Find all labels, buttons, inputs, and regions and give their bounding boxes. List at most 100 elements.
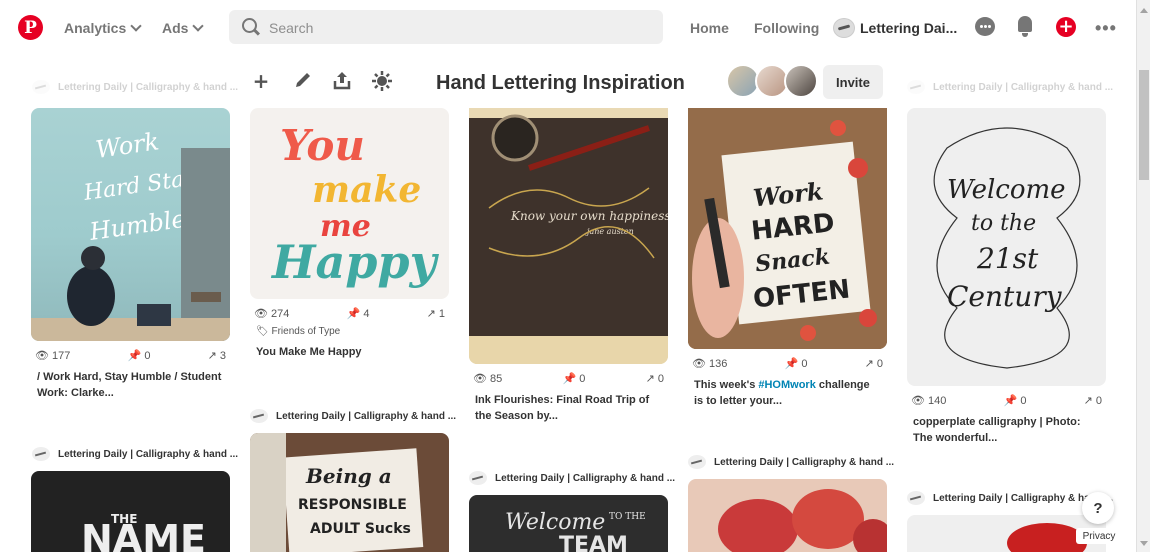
source-avatar: [250, 409, 268, 423]
analytics-menu[interactable]: Analytics: [64, 20, 142, 36]
shares-count: ↗ 3: [207, 350, 226, 362]
attribution-text: Lettering Daily | Calligraphy & hand ...: [58, 81, 239, 93]
home-link[interactable]: Home: [690, 20, 729, 36]
pin-image[interactable]: Work HARD Snack OFTEN: [688, 108, 887, 349]
add-plus-icon[interactable]: +: [250, 70, 272, 92]
source-avatar: [469, 471, 487, 485]
chevron-down-icon: [192, 20, 205, 32]
scroll-up-arrow-icon[interactable]: [1140, 8, 1148, 13]
pin-card[interactable]: Work HARD Snack OFTEN 👁 136 📌 0 ↗ 0 This…: [688, 108, 887, 409]
settings-sparkle-icon[interactable]: [371, 70, 393, 92]
search-bar[interactable]: Search: [229, 10, 663, 44]
invite-button[interactable]: Invite: [823, 65, 883, 99]
svg-text:Know your own happiness: Know your own happiness: [510, 209, 668, 223]
svg-text:21st: 21st: [976, 242, 1039, 275]
pin-card[interactable]: [688, 479, 887, 552]
saves-count: 📌 4: [346, 308, 370, 320]
create-plus-icon[interactable]: +: [1056, 17, 1076, 37]
pin-card[interactable]: Welcome to the 21st Century 👁 140 📌 0 ↗ …: [907, 108, 1106, 446]
svg-text:Century: Century: [947, 280, 1063, 313]
scrollbar-thumb[interactable]: [1139, 70, 1149, 180]
share-upload-icon[interactable]: [331, 70, 353, 92]
views-count: 👁 85: [473, 373, 503, 385]
pin-attribution[interactable]: Lettering Daily | Calligraphy & hand ...: [469, 471, 675, 485]
shares-count: ↗ 0: [645, 373, 664, 385]
pin-card[interactable]: Welcome TO THE TEAM: [469, 495, 668, 552]
pin-attribution[interactable]: Lettering Daily | Calligraphy & hand ...: [32, 80, 238, 94]
source-avatar: [907, 491, 925, 505]
svg-text:TEAM: TEAM: [559, 533, 628, 552]
pin-image[interactable]: Welcome to the 21st Century: [907, 108, 1106, 386]
profile-link[interactable]: Lettering Dai...: [860, 20, 957, 36]
pin-stats: 👁 274 📌 4 ↗ 1: [250, 307, 449, 320]
saves-count: 📌 0: [562, 373, 586, 385]
pin-description[interactable]: You Make Me Happy: [250, 344, 449, 360]
pin-image[interactable]: You make me Happy: [250, 108, 449, 299]
analytics-label: Analytics: [64, 20, 127, 36]
pin-description[interactable]: This week's #HOMwork challenge is to let…: [688, 377, 887, 409]
shares-count: ↗ 1: [426, 308, 445, 320]
pin-image[interactable]: [688, 479, 887, 552]
notifications-bell-icon[interactable]: [1018, 16, 1032, 37]
collaborator-avatar[interactable]: [784, 64, 818, 98]
edit-pencil-icon[interactable]: [292, 70, 314, 92]
chevron-down-icon: [130, 20, 142, 32]
pin-description[interactable]: Ink Flourishes: Final Road Trip of the S…: [469, 392, 668, 424]
pin-card[interactable]: You make me Happy 👁 274 📌 4 ↗ 1 🏷 Friend…: [250, 108, 449, 360]
views-count: 👁 136: [692, 358, 728, 370]
vertical-scrollbar[interactable]: [1136, 0, 1150, 552]
shares-count: ↗ 0: [864, 358, 883, 370]
pin-card[interactable]: THE NAME: [31, 471, 230, 552]
profile-avatar[interactable]: [833, 18, 855, 38]
pin-image[interactable]: Being a RESPONSIBLE ADULT Sucks: [250, 433, 449, 552]
privacy-link[interactable]: Privacy: [1076, 528, 1122, 544]
pin-attribution[interactable]: Lettering Daily | Calligraphy & hand ...: [250, 409, 456, 423]
pin-description[interactable]: copperplate calligraphy | Photo: The won…: [907, 414, 1106, 446]
pin-card[interactable]: Work Hard Stay Humble 👁 177 📌 0 ↗ 3 / Wo…: [31, 108, 230, 401]
saves-count: 📌 0: [784, 358, 808, 370]
following-link[interactable]: Following: [754, 20, 819, 36]
pin-stats: 👁 140 📌 0 ↗ 0: [907, 394, 1106, 407]
attribution-text: Lettering Daily | Calligraphy & hand ...: [714, 456, 895, 468]
svg-text:Humble: Humble: [87, 205, 187, 246]
pinterest-logo-icon[interactable]: P: [18, 15, 43, 40]
pin-description[interactable]: / Work Hard, Stay Humble / Student Work:…: [31, 369, 230, 401]
hashtag-link[interactable]: #HOMwork: [758, 379, 815, 391]
attribution-text: Lettering Daily | Calligraphy & hand ...: [276, 410, 457, 422]
pin-image[interactable]: Know your own happiness jane austen: [469, 108, 668, 364]
svg-text:Welcome: Welcome: [505, 510, 605, 535]
views-count: 👁 274: [254, 308, 290, 320]
svg-text:Welcome: Welcome: [947, 175, 1066, 205]
ads-menu[interactable]: Ads: [162, 20, 205, 36]
svg-text:You: You: [280, 121, 365, 170]
svg-text:NAME: NAME: [81, 517, 206, 552]
svg-text:to the: to the: [971, 211, 1036, 236]
svg-text:RESPONSIBLE: RESPONSIBLE: [298, 497, 407, 513]
pin-attribution[interactable]: Lettering Daily | Calligraphy & hand ...: [907, 80, 1113, 94]
svg-text:Being a: Being a: [305, 464, 392, 488]
pin-image[interactable]: Work Hard Stay Humble: [31, 108, 230, 341]
saves-count: 📌 0: [1003, 395, 1027, 407]
pin-source[interactable]: 🏷 Friends of Type: [250, 326, 449, 337]
pin-attribution[interactable]: Lettering Daily | Calligraphy & hand ...: [688, 455, 894, 469]
source-avatar: [907, 80, 925, 94]
svg-text:Happy: Happy: [270, 235, 440, 289]
pin-card[interactable]: Know your own happiness jane austen 👁 85…: [469, 108, 668, 424]
search-input[interactable]: Search: [269, 20, 313, 36]
pin-image[interactable]: THE NAME: [31, 471, 230, 552]
messages-icon[interactable]: [975, 17, 995, 36]
more-options-icon[interactable]: •••: [1095, 18, 1117, 39]
pin-attribution[interactable]: Lettering Daily | Calligraphy & hand ...: [32, 447, 238, 461]
pin-image[interactable]: Welcome TO THE TEAM: [469, 495, 668, 552]
source-avatar: [32, 80, 50, 94]
search-icon: [242, 18, 257, 33]
svg-text:Work: Work: [94, 127, 161, 164]
attribution-text: Lettering Daily | Calligraphy & hand ...: [495, 472, 676, 484]
shares-count: ↗ 0: [1083, 395, 1102, 407]
views-count: 👁 177: [35, 350, 71, 362]
help-button[interactable]: ?: [1082, 492, 1114, 524]
views-count: 👁 140: [911, 395, 947, 407]
pin-card[interactable]: Being a RESPONSIBLE ADULT Sucks: [250, 433, 449, 552]
scroll-down-arrow-icon[interactable]: [1140, 541, 1148, 546]
svg-text:ADULT Sucks: ADULT Sucks: [310, 521, 411, 537]
